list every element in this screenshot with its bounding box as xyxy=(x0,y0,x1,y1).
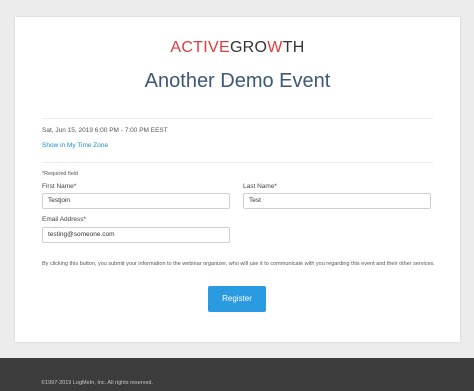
show-in-my-time-zone-link[interactable]: Show in My Time Zone xyxy=(42,142,108,149)
event-title: Another Demo Event xyxy=(144,70,331,92)
event-datetime: Sat, Jun 15, 2019 6:00 PM - 7:00 PM EEST xyxy=(42,127,168,134)
first-name-label: First Name* xyxy=(42,183,77,190)
registration-card: ACTIVEGROWTH Another Demo Event Sat, Jun… xyxy=(15,17,460,342)
divider xyxy=(42,118,433,119)
last-name-label: Last Name* xyxy=(243,183,277,190)
last-name-field[interactable]: Test xyxy=(243,193,431,209)
consent-text: By clicking this button, you submit your… xyxy=(42,261,435,267)
first-name-field[interactable]: Testjoin xyxy=(42,193,230,209)
copyright-text: ©1997-2019 LogMeIn, Inc. All rights rese… xyxy=(41,380,153,386)
required-field-note: *Required field xyxy=(42,171,79,177)
register-button[interactable]: Register xyxy=(208,286,266,312)
email-field[interactable]: testing@someone.com xyxy=(42,227,230,243)
divider xyxy=(42,162,433,163)
email-label: Email Address* xyxy=(42,216,87,223)
footer: ©1997-2019 LogMeIn, Inc. All rights rese… xyxy=(0,358,474,391)
logo: ACTIVEGROWTH xyxy=(170,39,305,56)
